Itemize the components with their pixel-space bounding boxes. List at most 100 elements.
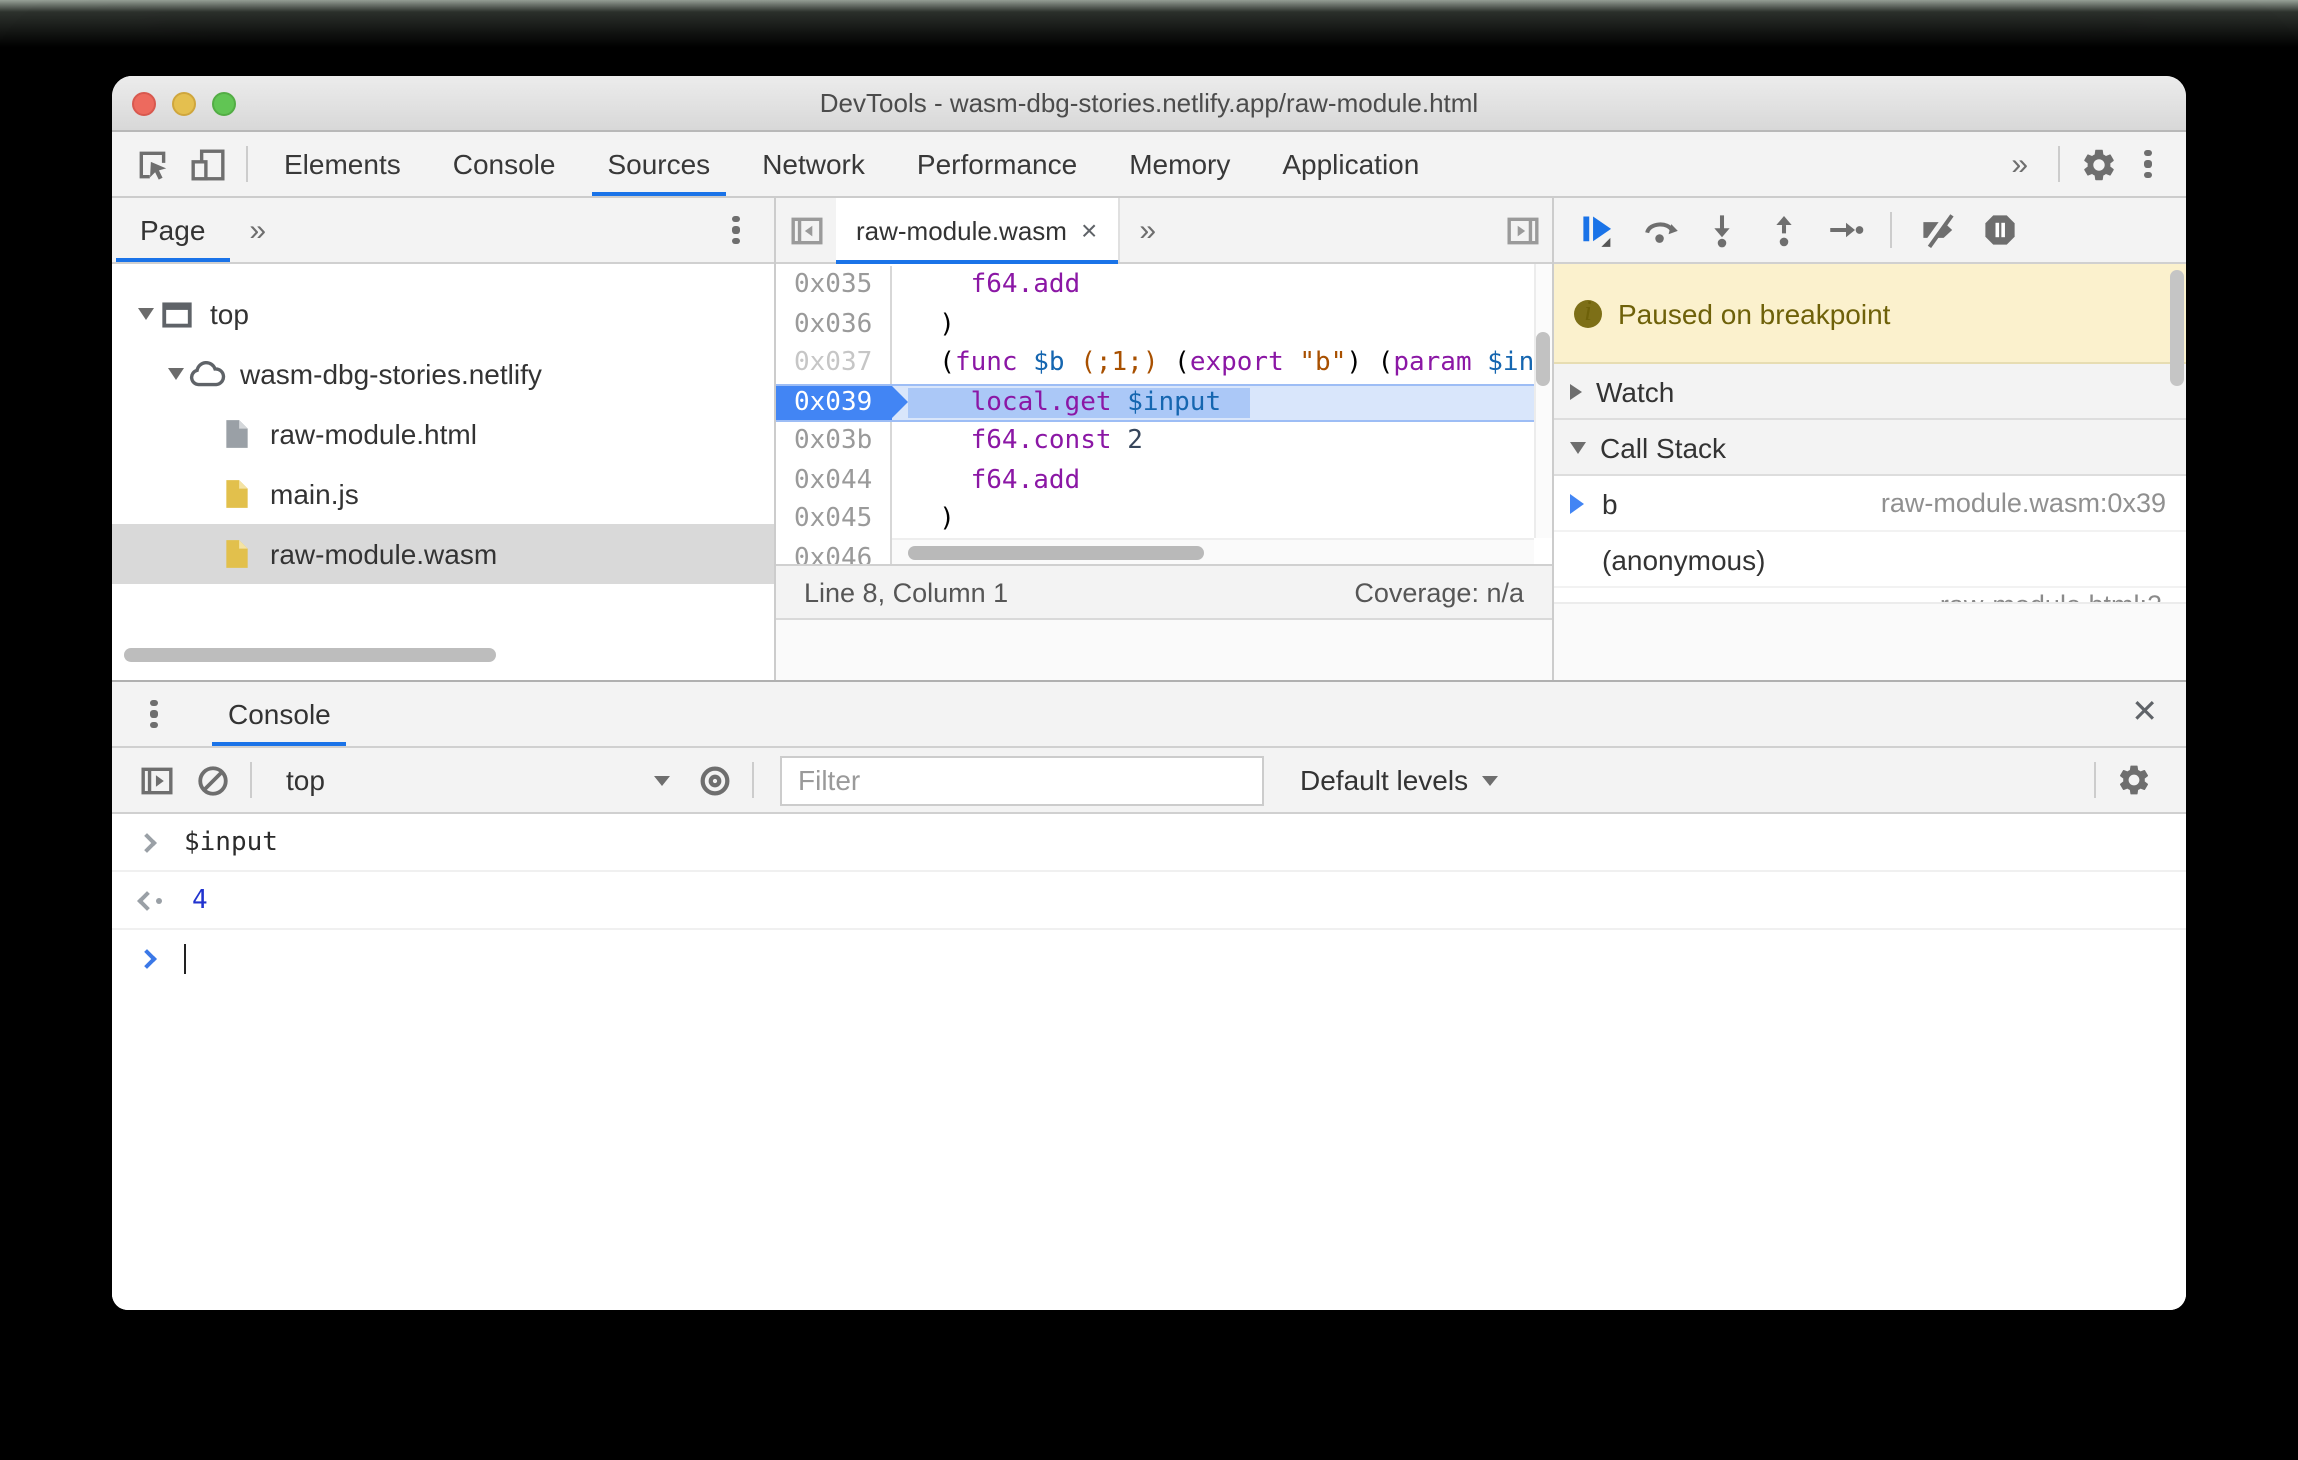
callstack-frame--anonymous-[interactable]: (anonymous): [1554, 532, 2186, 588]
settings-button[interactable]: [2070, 132, 2126, 196]
gutter-0x045[interactable]: 0x045: [776, 500, 892, 539]
console-drawer: Console ✕ top Filter Default levels $inp…: [112, 680, 2186, 1310]
expander-open-icon[interactable]: [132, 308, 158, 320]
tab-memory[interactable]: Memory: [1103, 132, 1256, 196]
gear-icon: [2119, 765, 2149, 795]
gutter-0x036[interactable]: 0x036: [776, 305, 892, 344]
code-line-0x039: 0x039 local.get $input: [776, 383, 1552, 422]
editor-hscrollbar: [892, 538, 1534, 564]
tab-elements[interactable]: Elements: [258, 132, 427, 196]
inspect-icon: [138, 150, 166, 179]
step-out-button[interactable]: [1756, 204, 1810, 256]
file-icon: [226, 540, 248, 568]
drawer-menu-button[interactable]: [132, 682, 176, 746]
zoom-window-button[interactable]: [212, 91, 236, 115]
panel-left-icon: [790, 216, 822, 244]
minimize-window-button[interactable]: [172, 91, 196, 115]
editor-vscrollbar-thumb[interactable]: [1536, 332, 1550, 386]
gutter-0x03b[interactable]: 0x03b: [776, 422, 892, 461]
callstack-frames: b raw-module.wasm:0x39 (anonymous): [1554, 476, 2186, 588]
code-line-0x036: 0x036 ): [776, 305, 1552, 344]
tab-page[interactable]: Page: [116, 198, 229, 262]
context-selector[interactable]: top: [262, 764, 686, 796]
live-expression-button[interactable]: [686, 763, 742, 797]
navigator-more-tabs-button[interactable]: »: [229, 198, 286, 262]
debugger-vscrollbar-thumb[interactable]: [2170, 270, 2184, 386]
tree-item-label: raw-module.html: [270, 418, 477, 450]
gutter-0x039[interactable]: 0x039: [776, 385, 908, 420]
tab-sources[interactable]: Sources: [581, 132, 736, 196]
tab-console-drawer[interactable]: Console: [211, 682, 348, 746]
callstack-section-header[interactable]: Call Stack: [1554, 420, 2186, 476]
step-over-button[interactable]: [1632, 204, 1686, 256]
cloud-icon: [188, 360, 226, 388]
close-tab-icon[interactable]: ×: [1081, 216, 1097, 244]
gear-icon: [2083, 148, 2113, 180]
step-button[interactable]: [1818, 204, 1872, 256]
chevron-right-icon: [1570, 383, 1582, 399]
step-into-button[interactable]: [1694, 204, 1748, 256]
console-settings-button[interactable]: [2106, 762, 2162, 798]
console-sidebar-button[interactable]: [128, 765, 184, 795]
editor-tab-label: raw-module.wasm: [856, 215, 1067, 245]
tree-item-label: raw-module.wasm: [270, 538, 498, 570]
show-debugger-button[interactable]: [1492, 198, 1552, 262]
tree-item-wasm-dbg-stories-netlify[interactable]: wasm-dbg-stories.netlify: [112, 344, 774, 404]
devtools-window: DevTools - wasm-dbg-stories.netlify.app/…: [112, 76, 2186, 1310]
tree-item-raw-module-wasm[interactable]: raw-module.wasm: [112, 524, 774, 584]
deactivate-breakpoints-icon: [1922, 212, 1953, 248]
callstack-section-label: Call Stack: [1600, 431, 1727, 463]
tree-item-label: top: [210, 298, 249, 330]
editor-more-tabs-button[interactable]: »: [1119, 198, 1176, 262]
device-toolbar-button[interactable]: [180, 132, 236, 196]
watch-section-header[interactable]: Watch: [1554, 364, 2186, 420]
filter-input[interactable]: [780, 755, 1264, 805]
selected-text: local.get $input: [908, 387, 1250, 417]
code-text: f64.add: [970, 270, 1081, 300]
gutter-0x044[interactable]: 0x044: [776, 461, 892, 500]
pause-on-exceptions-button[interactable]: [1972, 204, 2026, 256]
step-over-icon: [1644, 222, 1677, 243]
console-input-text: $input: [184, 827, 278, 857]
editor-bottom-strip: [776, 620, 1552, 680]
info-icon: i: [1574, 297, 1602, 327]
console-prompt-row[interactable]: [112, 930, 2186, 988]
code-line-0x045: 0x045 ): [776, 500, 1552, 539]
log-levels-selector[interactable]: Default levels: [1300, 764, 1499, 796]
callstack-frame-b[interactable]: b raw-module.wasm:0x39: [1554, 476, 2186, 532]
titlebar: DevTools - wasm-dbg-stories.netlify.app/…: [112, 76, 2186, 132]
navigator-hscrollbar[interactable]: [124, 648, 496, 662]
main-menu-button[interactable]: [2126, 132, 2170, 196]
clear-console-button[interactable]: [184, 763, 240, 797]
prompt-chevron-icon: [137, 949, 157, 969]
gutter-0x046[interactable]: 0x046: [776, 539, 892, 564]
navigator-sidebar: Page » top wasm-dbg-stories.netlify raw-mo…: [112, 198, 776, 680]
gutter-0x037[interactable]: 0x037: [776, 344, 892, 383]
tab-console[interactable]: Console: [427, 132, 582, 196]
more-panels-button[interactable]: »: [1991, 132, 2048, 196]
tab-application[interactable]: Application: [1256, 132, 1445, 196]
tree-item-main-js[interactable]: main.js: [112, 464, 774, 524]
tree-item-top[interactable]: top: [112, 284, 774, 344]
resume-button[interactable]: [1570, 204, 1624, 256]
tab-network[interactable]: Network: [736, 132, 891, 196]
tree-item-raw-module-html[interactable]: raw-module.html: [112, 404, 774, 464]
traffic-lights: [132, 76, 236, 130]
console-toolbar: top Default levels: [112, 748, 2186, 814]
inspect-element-button[interactable]: [124, 132, 180, 196]
expander-open-icon[interactable]: [162, 368, 188, 380]
tab-performance[interactable]: Performance: [891, 132, 1103, 196]
editor-hscrollbar-thumb[interactable]: [908, 546, 1204, 560]
close-drawer-button[interactable]: ✕: [2131, 697, 2158, 730]
toolbar-separator: [2058, 146, 2060, 182]
editor-tab-raw-module-wasm[interactable]: raw-module.wasm ×: [836, 198, 1120, 264]
code-lines: 0x035 f64.add 0x036 ) 0x037 (func $b (;1;)…: [776, 264, 1552, 564]
file-tree: top wasm-dbg-stories.netlify raw-module.ht…: [112, 264, 774, 680]
file-icon: [226, 420, 248, 448]
deactivate-breakpoints-button[interactable]: [1910, 204, 1964, 256]
hide-navigator-button[interactable]: [776, 198, 836, 262]
watch-section-label: Watch: [1596, 375, 1675, 407]
gutter-0x035[interactable]: 0x035: [776, 266, 892, 305]
navigator-menu-button[interactable]: [714, 215, 758, 245]
close-window-button[interactable]: [132, 91, 156, 115]
